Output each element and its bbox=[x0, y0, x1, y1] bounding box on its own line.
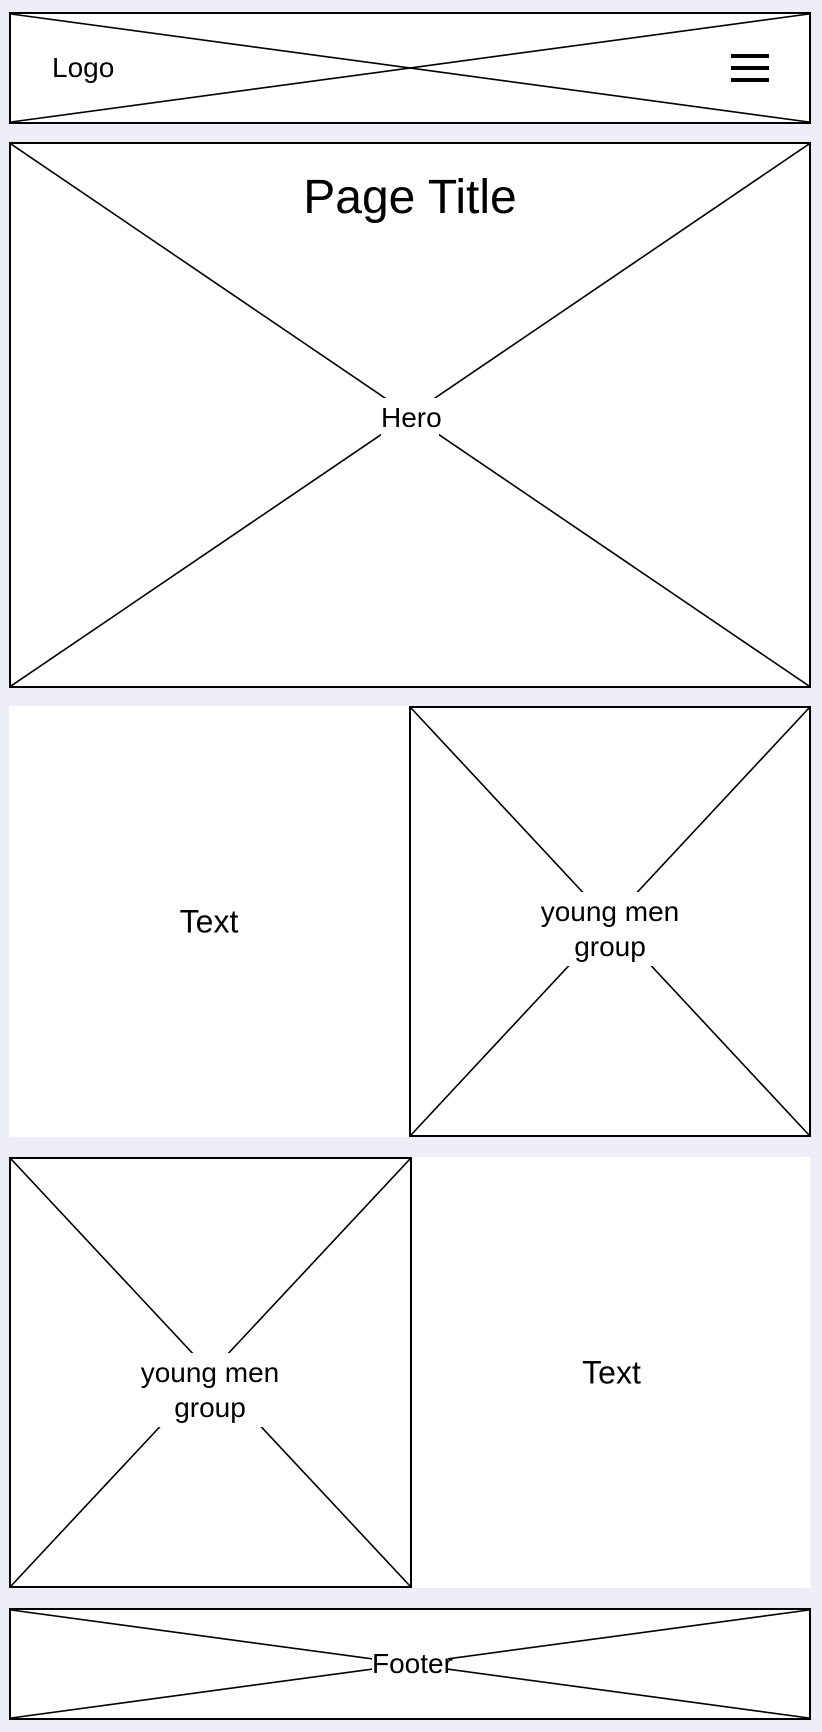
section-2-text: Text bbox=[582, 1354, 641, 1390]
page-title: Page Title bbox=[303, 171, 517, 224]
section-2-text-block: Text bbox=[412, 1157, 811, 1588]
section-1-image-label: young men group bbox=[538, 892, 682, 966]
logo[interactable]: Logo bbox=[52, 52, 114, 84]
hero: Page Title Hero bbox=[9, 142, 811, 688]
section-2-image: young men group bbox=[9, 1157, 412, 1588]
footer-label: Footer bbox=[372, 1646, 453, 1681]
section-1-image: young men group bbox=[409, 706, 811, 1137]
hamburger-menu-icon[interactable] bbox=[731, 54, 769, 82]
section-1-text-block: Text bbox=[9, 706, 409, 1137]
section-2-image-label: young men group bbox=[138, 1353, 282, 1427]
header-placeholder-cross bbox=[11, 14, 809, 122]
hero-label: Hero bbox=[381, 398, 442, 437]
header: Logo bbox=[9, 12, 811, 124]
footer: Footer bbox=[9, 1608, 811, 1720]
section-1-text: Text bbox=[179, 903, 239, 939]
